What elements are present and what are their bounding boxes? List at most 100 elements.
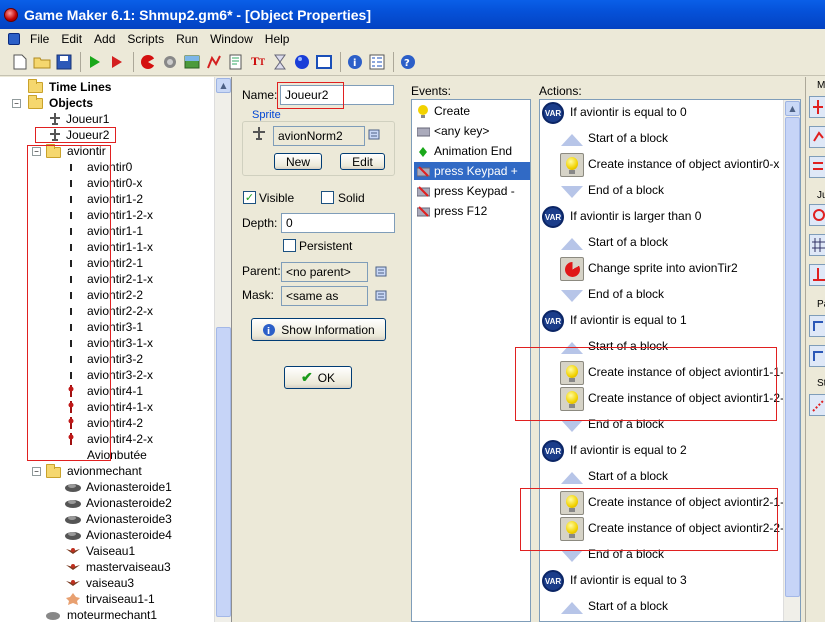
tree-item-timelines[interactable]: Time Lines xyxy=(0,79,214,95)
action-row[interactable]: VAR If aviontir is equal to 0 xyxy=(540,100,785,126)
save-icon[interactable] xyxy=(54,52,74,72)
run-icon[interactable] xyxy=(85,52,105,72)
parent-select[interactable]: <no parent> xyxy=(281,262,368,282)
tree-item-avionmechant[interactable]: mastervaiseau3 xyxy=(0,559,214,575)
menu-window[interactable]: Window xyxy=(204,32,259,46)
event-press-f12[interactable]: press F12 xyxy=(414,202,530,220)
move-action-icon[interactable] xyxy=(809,96,825,118)
debug-run-icon[interactable] xyxy=(107,52,127,72)
grid-action-icon[interactable] xyxy=(809,234,825,256)
bounce-action-icon[interactable] xyxy=(809,156,825,178)
add-room-icon[interactable] xyxy=(314,52,334,72)
add-font-icon[interactable]: TT xyxy=(248,52,268,72)
toolbar-separator xyxy=(340,51,341,72)
mask-menu-icon[interactable] xyxy=(375,289,389,303)
mask-select[interactable]: <same as sprite> xyxy=(281,286,368,306)
collapse-toggle[interactable]: − xyxy=(12,99,21,108)
add-script-icon[interactable] xyxy=(226,52,246,72)
tree-item-avionmechant[interactable]: vaiseau3 xyxy=(0,575,214,591)
action-row[interactable]: VAR If aviontir is equal to 2 xyxy=(540,438,785,464)
document-icon[interactable] xyxy=(8,32,20,45)
scroll-thumb[interactable] xyxy=(216,327,231,617)
menu-help[interactable]: Help xyxy=(259,32,296,46)
action-row[interactable]: VAR If aviontir is equal to 1 xyxy=(540,308,785,334)
sprite-group-title: Sprite xyxy=(250,109,283,121)
svg-text:?: ? xyxy=(404,58,410,69)
visible-checkbox[interactable]: ✓ xyxy=(243,191,256,204)
highlight-box xyxy=(35,127,116,143)
action-row[interactable]: Start of a block xyxy=(540,464,785,490)
new-file-icon[interactable] xyxy=(10,52,30,72)
tree-item-objects[interactable]: − Objects xyxy=(0,95,214,111)
collapse-toggle[interactable]: − xyxy=(32,467,41,476)
scroll-thumb[interactable] xyxy=(785,117,800,597)
action-row[interactable]: Start of a block xyxy=(540,594,785,620)
add-object-icon[interactable] xyxy=(292,52,312,72)
add-timeline-icon[interactable] xyxy=(270,52,290,72)
add-sound-icon[interactable] xyxy=(160,52,180,72)
actions-scrollbar[interactable]: ▲ xyxy=(783,100,800,621)
tree-item-avionmechant[interactable]: Avionasteroide3 xyxy=(0,511,214,527)
parent-menu-icon[interactable] xyxy=(375,265,389,279)
new-sprite-button[interactable]: New xyxy=(274,153,322,170)
add-sprite-icon[interactable] xyxy=(138,52,158,72)
sprite-select[interactable]: avionNorm2 xyxy=(273,126,365,146)
game-settings-icon[interactable] xyxy=(367,52,387,72)
path-action-icon[interactable] xyxy=(809,315,825,337)
events-list[interactable]: Create <any key> Animation End press Key… xyxy=(411,99,531,622)
event-press-keypad-minus[interactable]: press Keypad - xyxy=(414,182,530,200)
action-row[interactable]: Start of a block xyxy=(540,126,785,152)
action-row[interactable]: End of a block xyxy=(540,282,785,308)
sprite-menu-icon[interactable] xyxy=(368,128,382,142)
event-animation-end[interactable]: Animation End xyxy=(414,142,530,160)
highlight-box xyxy=(520,488,778,551)
scroll-up-button[interactable]: ▲ xyxy=(785,101,800,116)
tree-item-avionmechant[interactable]: tirvaiseau1-1 xyxy=(0,591,214,607)
action-row[interactable]: VAR If aviontir is equal to 3 xyxy=(540,568,785,594)
solid-checkbox[interactable] xyxy=(321,191,334,204)
menu-file[interactable]: File xyxy=(24,32,55,46)
align-action-icon[interactable] xyxy=(809,264,825,286)
action-text: If aviontir is equal to 0 xyxy=(570,105,687,119)
event-create[interactable]: Create xyxy=(414,102,530,120)
menu-bar: File Edit Add Scripts Run Window Help xyxy=(0,29,825,48)
depth-input[interactable]: 0 xyxy=(281,213,395,233)
tree-item-avionmechant-folder[interactable]: − avionmechant xyxy=(0,463,214,479)
tree-item-avionmechant[interactable]: Vaiseau1 xyxy=(0,543,214,559)
tree-scrollbar[interactable]: ▲ xyxy=(214,77,231,622)
tree-item-avionmechant[interactable]: Avionasteroide2 xyxy=(0,495,214,511)
menu-add[interactable]: Add xyxy=(88,32,121,46)
key-press-icon xyxy=(417,166,430,177)
ok-button[interactable]: ✔ OK xyxy=(284,366,352,389)
event-any-key[interactable]: <any key> xyxy=(414,122,530,140)
tree-item-avionmechant[interactable]: Avionasteroide4 xyxy=(0,527,214,543)
step-action-icon[interactable] xyxy=(809,394,825,416)
open-file-icon[interactable] xyxy=(32,52,52,72)
help-icon[interactable]: ? xyxy=(398,52,418,72)
tree-item-joueur1[interactable]: Joueur1 xyxy=(0,111,214,127)
persistent-checkbox[interactable] xyxy=(283,239,296,252)
action-row[interactable]: Change sprite into avionTir2 xyxy=(540,256,785,282)
show-information-button[interactable]: i Show Information xyxy=(251,318,386,341)
menu-edit[interactable]: Edit xyxy=(55,32,88,46)
event-press-keypad-plus[interactable]: press Keypad + xyxy=(414,162,530,180)
scroll-up-button[interactable]: ▲ xyxy=(216,78,231,93)
menu-run[interactable]: Run xyxy=(170,32,204,46)
gravity-action-icon[interactable] xyxy=(809,204,825,226)
action-row[interactable]: Start of a block xyxy=(540,230,785,256)
tree-item-avionmechant[interactable]: Avionasteroide1 xyxy=(0,479,214,495)
action-row[interactable]: VAR If aviontir is larger than 0 xyxy=(540,204,785,230)
path-end-action-icon[interactable] xyxy=(809,345,825,367)
edit-sprite-button[interactable]: Edit xyxy=(340,153,385,170)
ship-sprite-icon xyxy=(64,577,82,589)
game-info-icon[interactable]: i xyxy=(345,52,365,72)
tree-item-moteur[interactable]: moteurmechant1 xyxy=(0,607,214,622)
add-path-icon[interactable] xyxy=(204,52,224,72)
add-background-icon[interactable] xyxy=(182,52,202,72)
action-row[interactable]: Create instance of object aviontir0-x xyxy=(540,152,785,178)
depth-label: Depth: xyxy=(242,216,278,230)
menu-scripts[interactable]: Scripts xyxy=(121,32,170,46)
jump-action-icon[interactable] xyxy=(809,126,825,148)
action-row[interactable]: End of a block xyxy=(540,178,785,204)
resource-tree[interactable]: Time Lines − Objects Joueur1 Joueur2 − a… xyxy=(0,77,232,622)
